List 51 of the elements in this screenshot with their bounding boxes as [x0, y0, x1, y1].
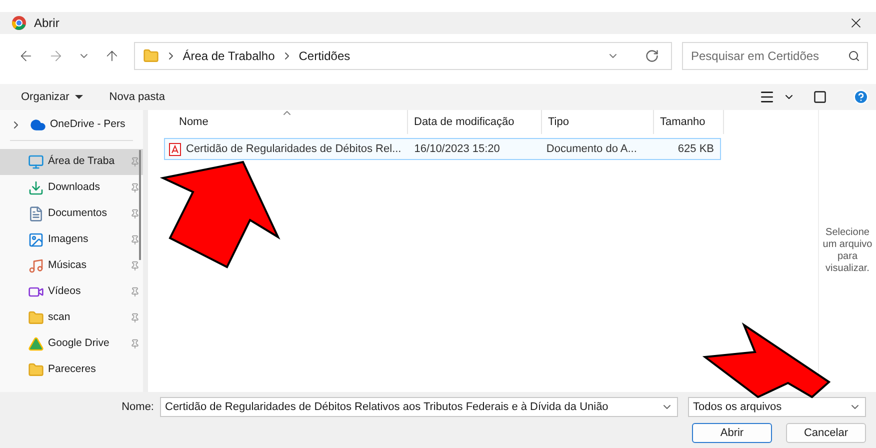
file-name-field[interactable]: Certidão de Regularidades de Débitos Relativos aos Tributos Federais e à Dívida da União: [160, 397, 678, 417]
breadcrumb-item[interactable]: Área de Trabalho: [182, 47, 275, 65]
table-cell-text: 625 KB: [678, 142, 714, 157]
name-label: Nome:: [122, 400, 154, 415]
column-header[interactable]: Tipo: [542, 110, 654, 134]
help-icon[interactable]: [853, 89, 869, 105]
document-icon: [28, 206, 44, 222]
sidebar-item[interactable]: scan: [0, 305, 143, 331]
preview-message: Selecione um arquivo para visualizar.: [822, 227, 874, 275]
file-type-select[interactable]: Todos os arquivos: [688, 397, 866, 417]
download-icon: [28, 180, 44, 196]
column-header[interactable]: Data de modificação: [408, 110, 542, 134]
sidebar-item[interactable]: Documentos: [0, 201, 143, 227]
window-title: Abrir: [34, 15, 60, 32]
triangle-icon: [28, 336, 44, 352]
folder-icon: [28, 310, 44, 326]
folder-icon: [142, 48, 159, 64]
cloud-icon: [30, 117, 46, 133]
desktop-icon: [28, 154, 44, 170]
folder-icon: [28, 362, 44, 378]
browser-logo-icon: [12, 16, 26, 30]
column-header[interactable]: Tamanho: [654, 110, 724, 134]
dialog-button[interactable]: Cancelar: [786, 423, 866, 443]
dialog-button[interactable]: Abrir: [692, 423, 772, 443]
sidebar-item[interactable]: Pareceres: [0, 357, 143, 383]
file-row[interactable]: Certidão de Regularidades de Débitos Rel... 16/10/2023 15:20 Documento do A... 625 KB: [164, 138, 721, 160]
back-icon[interactable]: [18, 48, 34, 64]
sidebar-item[interactable]: Google Drive: [0, 331, 143, 357]
toolbar-button[interactable]: Organizar: [21, 88, 84, 106]
preview-pane-icon[interactable]: [813, 90, 827, 104]
sidebar-item[interactable]: Vídeos: [0, 279, 143, 305]
table-cell-text: 16/10/2023 15:20: [414, 142, 500, 157]
address-bar[interactable]: Área de Trabalho Certidões: [134, 42, 672, 70]
pdf-icon: [169, 142, 181, 156]
image-icon: [28, 232, 44, 248]
sidebar-item[interactable]: OneDrive - Pers: [0, 112, 143, 138]
sidebar-item[interactable]: Área de Traba: [0, 149, 143, 175]
view-menu-icon[interactable]: [759, 89, 775, 105]
music-icon: [28, 258, 44, 274]
table-cell-text: Documento do A...: [546, 142, 637, 157]
refresh-icon[interactable]: [644, 49, 659, 63]
sidebar-item[interactable]: Downloads: [0, 175, 143, 201]
sidebar-item[interactable]: Músicas: [0, 253, 143, 279]
scrollbar[interactable]: [139, 150, 141, 260]
search-field[interactable]: Pesquisar em Certidões: [682, 42, 868, 70]
breadcrumb-item[interactable]: Certidões: [298, 47, 350, 65]
sidebar-item[interactable]: Imagens: [0, 227, 143, 253]
table-cell-text: Certidão de Regularidades de Débitos Rel...: [186, 142, 402, 157]
toolbar-button[interactable]: Nova pasta: [109, 88, 165, 106]
search-icon: [848, 50, 860, 62]
column-header[interactable]: Nome: [161, 110, 408, 134]
